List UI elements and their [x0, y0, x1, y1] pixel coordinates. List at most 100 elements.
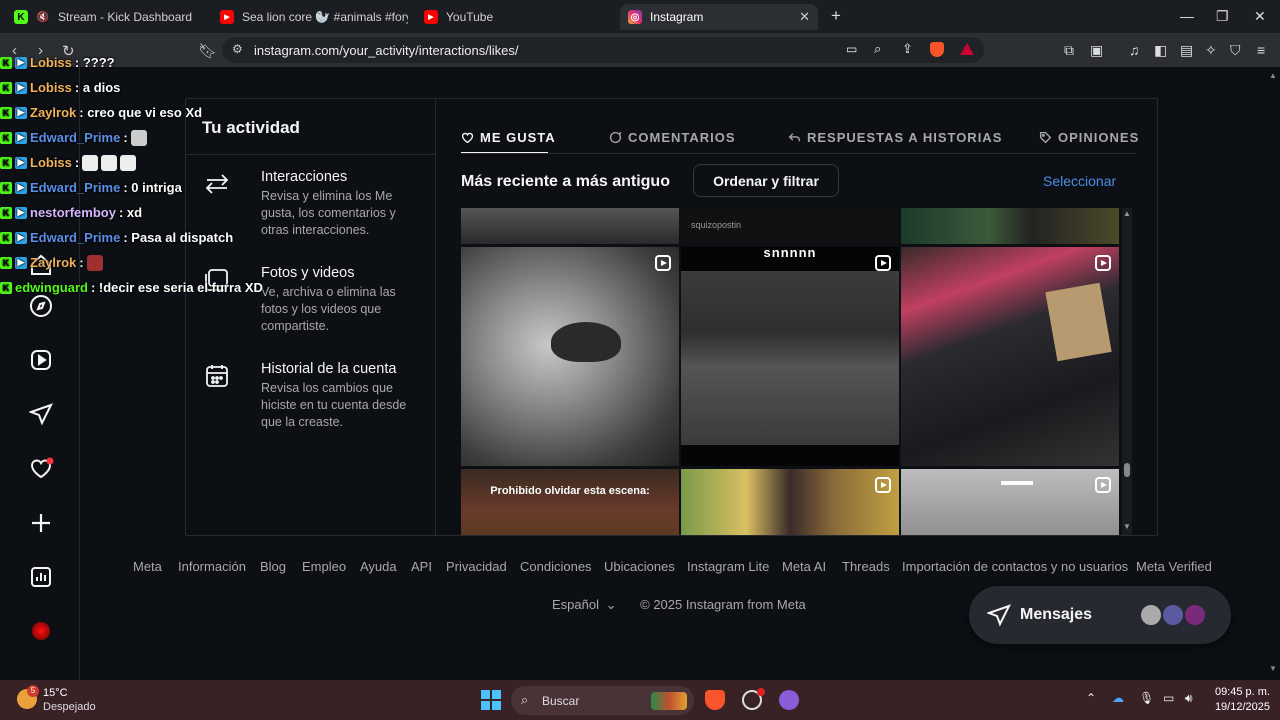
chat-username[interactable]: Edward_Prime — [30, 180, 120, 195]
language-select[interactable]: Español — [552, 597, 599, 612]
browser-tab-sealion[interactable]: ▶ Sea lion core 🦭 #animals #foryou # — [212, 4, 408, 30]
clock-time[interactable]: 09:45 p. m. — [1210, 686, 1270, 698]
grid-item[interactable] — [461, 247, 679, 466]
chat-username[interactable]: Edward_Prime — [30, 130, 120, 145]
platform-badge-icon: ▶ — [15, 181, 27, 194]
grid-item[interactable] — [901, 469, 1119, 535]
chat-username[interactable]: Zaylrok — [30, 255, 76, 270]
leo-ai-icon[interactable]: ✧ — [1205, 42, 1217, 59]
comment-icon — [609, 131, 622, 143]
browser-tab-youtube[interactable]: ▶ YouTube — [416, 4, 612, 30]
grid-scrollbar[interactable]: ▲ ▼ — [1122, 208, 1132, 535]
scroll-thumb[interactable] — [1124, 463, 1130, 477]
grid-item[interactable] — [901, 247, 1119, 466]
grid-item[interactable] — [681, 469, 899, 535]
direct-messages-icon[interactable] — [28, 401, 54, 427]
footer-link[interactable]: Importación de contactos y no usuarios — [902, 559, 1128, 574]
profile-avatar[interactable] — [28, 618, 54, 644]
tab-comments[interactable]: COMENTARIOS — [609, 119, 736, 155]
footer-link[interactable]: Empleo — [302, 559, 346, 574]
scroll-up-icon[interactable]: ▲ — [1123, 209, 1131, 218]
music-icon[interactable]: ♫ — [1129, 42, 1140, 58]
dashboard-icon[interactable] — [28, 564, 54, 590]
tab-title: YouTube — [446, 10, 494, 24]
grid-item[interactable] — [901, 208, 1119, 244]
share-icon[interactable]: ⇪ — [902, 41, 913, 57]
chat-message: K ▶ Lobiss: a dios — [0, 75, 280, 100]
clock-date[interactable]: 19/12/2025 — [1200, 701, 1270, 713]
footer-link[interactable]: Threads — [842, 559, 890, 574]
chat-username[interactable]: Lobiss — [30, 55, 72, 70]
zoom-icon[interactable]: ⌕ — [874, 41, 881, 57]
brave-taskbar-icon[interactable] — [705, 690, 725, 710]
extensions-icon[interactable]: ⧉ — [1064, 42, 1074, 59]
tab-likes[interactable]: ME GUSTA — [461, 119, 556, 155]
chat-username[interactable]: Lobiss — [30, 155, 72, 170]
new-tab-icon[interactable]: + — [831, 6, 841, 26]
close-window-icon[interactable]: ✕ — [1254, 8, 1266, 25]
microphone-icon[interactable]: 🎙︎ — [1139, 691, 1154, 705]
footer-link[interactable]: Instagram Lite — [687, 559, 769, 574]
menu-item-account-history[interactable]: Historial de la cuenta Revisa los cambio… — [202, 361, 432, 431]
brave-rewards-icon[interactable] — [960, 43, 974, 55]
chat-username[interactable]: edwinguard — [15, 280, 88, 295]
url-field[interactable]: ⚙︎ instagram.com/your_activity/interacti… — [222, 37, 984, 63]
sidebar-icon[interactable]: ◧ — [1154, 42, 1167, 59]
grid-item[interactable] — [461, 208, 679, 244]
menu-icon[interactable]: ≡ — [1257, 42, 1265, 58]
cast-icon[interactable]: ▭ — [846, 42, 857, 56]
footer-link[interactable]: Meta AI — [782, 559, 826, 574]
footer-link[interactable]: Privacidad — [446, 559, 507, 574]
chevron-down-icon[interactable]: ⌄ — [606, 597, 617, 612]
tab-story-replies[interactable]: RESPUESTAS A HISTORIAS — [788, 119, 1002, 155]
reel-icon — [875, 477, 891, 493]
scroll-down-icon[interactable]: ▼ — [1269, 664, 1277, 673]
brave-shield-icon[interactable] — [930, 42, 944, 57]
grid-item[interactable]: snnnnn — [681, 247, 899, 466]
footer-link[interactable]: Ayuda — [360, 559, 397, 574]
page-scrollbar[interactable]: ▲ ▼ — [1265, 67, 1280, 680]
tabs-divider — [461, 153, 1136, 154]
messages-button[interactable]: Mensajes — [969, 586, 1231, 644]
footer-link[interactable]: Condiciones — [520, 559, 592, 574]
reels-icon[interactable] — [28, 347, 54, 373]
reader-icon[interactable]: ▣ — [1090, 42, 1103, 59]
minimize-icon[interactable]: — — [1180, 8, 1194, 24]
footer-link[interactable]: Blog — [260, 559, 286, 574]
sort-order-label: Más reciente a más antiguo — [461, 173, 670, 190]
windows-start-icon[interactable] — [481, 690, 501, 710]
scroll-up-icon[interactable]: ▲ — [1269, 71, 1277, 80]
tray-overflow-icon[interactable]: ⌃ — [1086, 691, 1096, 705]
chat-username[interactable]: Zaylrok — [30, 105, 76, 120]
chat-username[interactable]: Lobiss — [30, 80, 72, 95]
create-icon[interactable] — [28, 510, 54, 536]
network-icon[interactable]: ▭ — [1163, 691, 1174, 705]
chat-username[interactable]: nestorfemboy — [30, 205, 116, 220]
wallet-icon[interactable]: ▤ — [1180, 42, 1193, 59]
browser-tab-kick[interactable]: K 🔇 Stream - Kick Dashboard — [6, 4, 206, 30]
volume-icon[interactable]: 🔊︎ — [1185, 691, 1193, 706]
close-tab-icon[interactable]: ✕ — [799, 9, 810, 25]
mute-icon[interactable]: 🔇 — [36, 10, 50, 24]
browser-tab-instagram[interactable]: ◎ Instagram ✕ — [620, 4, 818, 30]
onedrive-icon[interactable]: ☁ — [1112, 691, 1124, 705]
taskbar-search[interactable]: ⌕ Buscar — [511, 686, 694, 715]
tab-reviews[interactable]: OPINIONES — [1039, 119, 1139, 155]
footer-link[interactable]: Ubicaciones — [604, 559, 675, 574]
chat-username[interactable]: Edward_Prime — [30, 230, 120, 245]
grid-item[interactable]: squizopostin — [681, 208, 899, 244]
kick-badge-icon: K — [0, 181, 12, 194]
grid-item[interactable]: Prohibido olvidar esta escena: — [461, 469, 679, 535]
select-link[interactable]: Seleccionar — [1043, 173, 1116, 189]
vpn-icon[interactable]: ⛉ — [1230, 42, 1241, 59]
chat-app-taskbar-icon[interactable] — [779, 690, 799, 710]
chat-message: K ▶ Lobiss: — [0, 150, 280, 175]
maximize-icon[interactable]: ❐ — [1216, 8, 1229, 25]
footer-link[interactable]: API — [411, 559, 432, 574]
sort-filter-button[interactable]: Ordenar y filtrar — [693, 164, 839, 197]
footer-link[interactable]: Meta Verified — [1136, 559, 1212, 574]
footer-link[interactable]: Meta — [133, 559, 162, 574]
footer-link[interactable]: Información — [178, 559, 246, 574]
scroll-down-icon[interactable]: ▼ — [1123, 522, 1131, 531]
notifications-heart-icon[interactable] — [28, 455, 54, 481]
